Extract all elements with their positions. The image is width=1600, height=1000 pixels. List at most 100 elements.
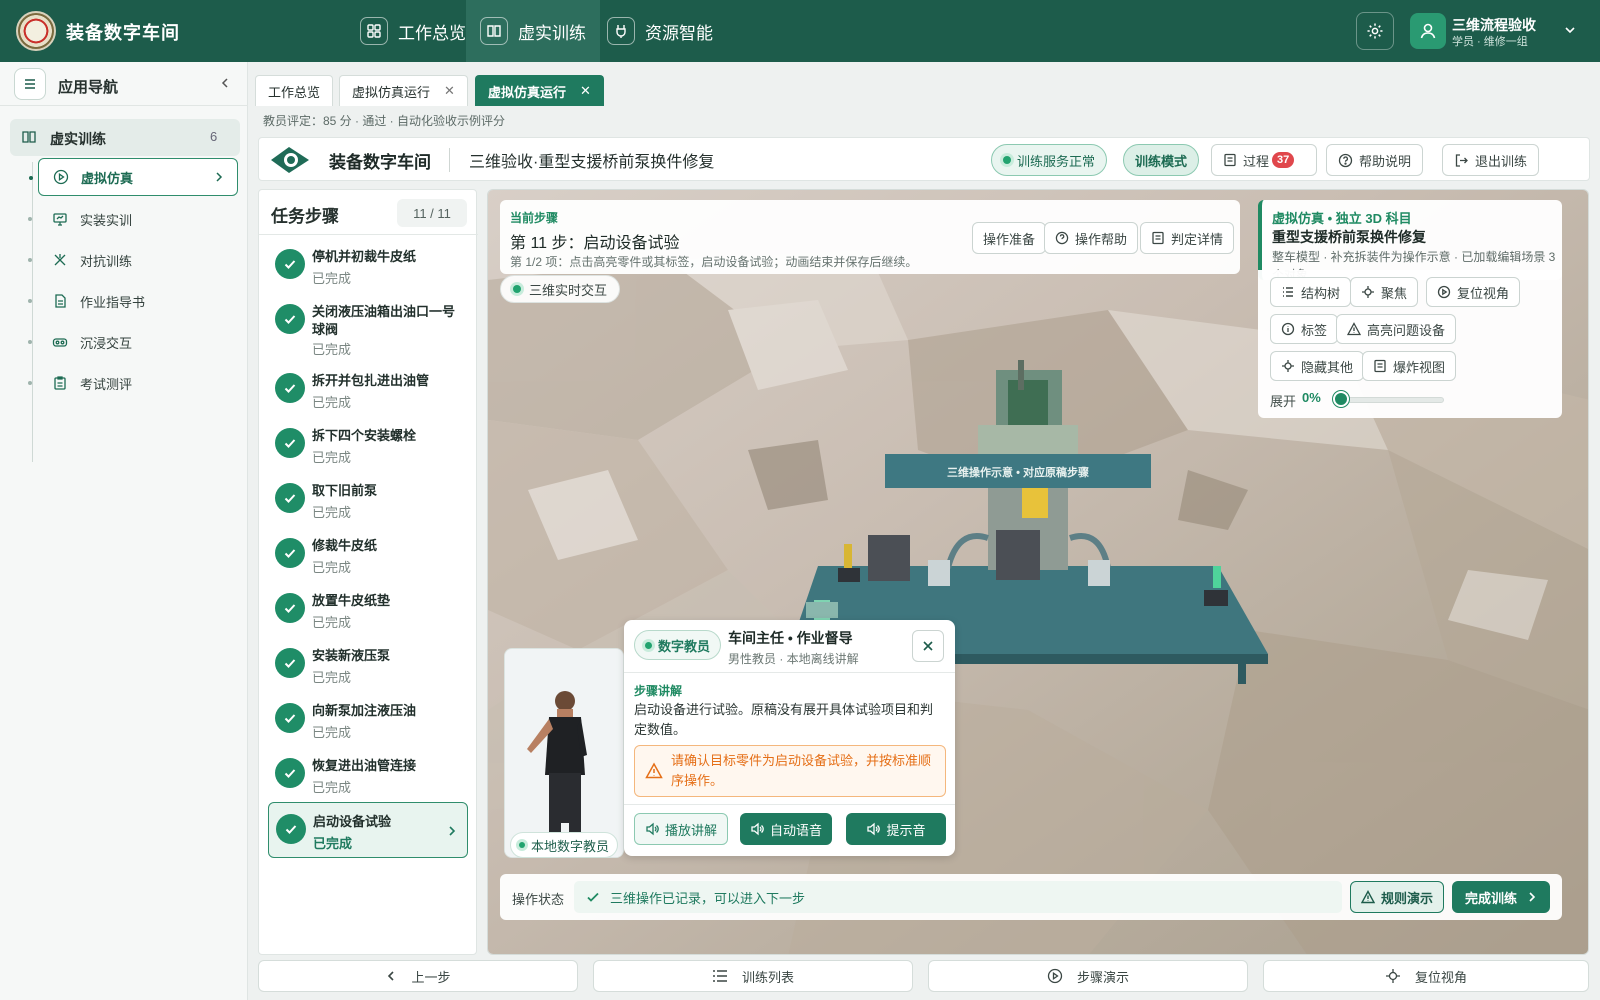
warning-icon: [1361, 890, 1375, 904]
divider: [624, 672, 955, 673]
close-button[interactable]: [912, 630, 944, 662]
button-label: 完成训练: [1464, 890, 1517, 906]
auto-voice-button[interactable]: 自动语音: [740, 813, 833, 845]
tab-sim-run-2[interactable]: 虚拟仿真运行 ✕: [475, 75, 604, 106]
step-item[interactable]: 修裁牛皮纸 已完成: [268, 527, 468, 583]
step-status: 已完成: [312, 342, 352, 357]
play-explanation-button[interactable]: 播放讲解: [634, 813, 729, 845]
sidebar-item-real-training[interactable]: 实装实训: [28, 200, 238, 238]
hint-sound-button[interactable]: 提示音: [846, 813, 946, 845]
step-explanation-text: 启动设备进行试验。原稿没有展开具体试验项目和判定数值。: [634, 702, 934, 737]
document-icon: [55, 294, 66, 308]
close-icon[interactable]: ✕: [444, 83, 455, 99]
reset-view-bottom-button[interactable]: 复位视角: [1263, 960, 1589, 992]
chevron-left-icon[interactable]: [218, 76, 232, 90]
sidebar-item-exam[interactable]: 考试测评: [28, 364, 238, 402]
logout-icon: [1455, 153, 1468, 167]
tree-dot: [29, 176, 33, 180]
chevron-left-icon: [388, 971, 395, 981]
warning-icon: [645, 762, 663, 779]
button-label: 复位视角: [1457, 285, 1510, 301]
step-item[interactable]: 拆开并包扎进出油管 已完成: [268, 362, 468, 418]
subject-info-card: 虚拟仿真 • 独立 3D 科目 重型支援桥前泵换件修复 整车模型 · 补充拆装件…: [1258, 200, 1562, 280]
sidebar-group-count: 6: [210, 129, 218, 144]
reset-view-button[interactable]: 复位视角: [1426, 277, 1521, 307]
hide-others-button[interactable]: 隐藏其他: [1270, 351, 1365, 381]
close-icon[interactable]: ✕: [580, 83, 591, 99]
settings-button[interactable]: [1356, 12, 1394, 50]
sidebar-item-label: 沉浸交互: [80, 335, 133, 351]
training-list-button[interactable]: 训练列表: [593, 960, 913, 992]
button-label: 自动语音: [770, 822, 823, 838]
step-item[interactable]: 恢复进出油管连接 已完成: [268, 747, 468, 803]
sidebar-group-training[interactable]: 虚实训练 6: [10, 119, 240, 156]
sidebar-item-label: 作业指导书: [80, 294, 146, 310]
sidebar-item-immersive[interactable]: 沉浸交互: [28, 323, 238, 361]
local-teacher-chip: 本地数字教员: [510, 832, 619, 858]
expand-slider-track[interactable]: [1340, 397, 1444, 403]
sidebar-header: 应用导航: [0, 62, 248, 106]
explode-view-button[interactable]: 爆炸视图: [1362, 351, 1457, 381]
training-header: 装备数字车间 三维验收·重型支援桥前泵换件修复 训练服务正常 训练模式 过程 3…: [258, 137, 1590, 181]
step-status: 已完成: [312, 505, 352, 520]
teacher-name: 车间主任 • 作业督导: [728, 630, 853, 646]
tab-sim-run-1[interactable]: 虚拟仿真运行 ✕: [339, 75, 468, 106]
tree-dot: [28, 217, 32, 221]
topnav-training[interactable]: 虚实训练: [466, 0, 600, 62]
avatar[interactable]: [1410, 13, 1446, 49]
step-item[interactable]: 安装新液压泵 已完成: [268, 637, 468, 693]
play-circle-icon: [1047, 968, 1063, 984]
tab-overview[interactable]: 工作总览: [255, 75, 334, 106]
training-mode-button[interactable]: 训练模式: [1123, 144, 1200, 176]
judge-details-button[interactable]: 判定详情: [1140, 222, 1235, 254]
highlight-issue-button[interactable]: 高亮问题设备: [1336, 314, 1457, 344]
topnav-overview[interactable]: 工作总览: [346, 0, 480, 62]
operation-help-button[interactable]: 操作帮助: [1044, 222, 1139, 254]
step-status: 已完成: [312, 450, 352, 465]
step-item[interactable]: 启动设备试验 已完成: [268, 802, 468, 858]
topnav-resources[interactable]: 资源智能: [593, 0, 727, 62]
exit-training-button[interactable]: 退出训练: [1442, 144, 1540, 176]
button-label: 判定详情: [1171, 231, 1224, 247]
user-role: 学员 · 维修一组: [1452, 36, 1528, 48]
list-icon: [712, 970, 727, 982]
check-circle-icon: [275, 428, 305, 458]
step-item[interactable]: 放置牛皮纸垫 已完成: [268, 582, 468, 638]
rules-demo-button[interactable]: 规则演示: [1350, 881, 1445, 913]
mode-label: 训练模式: [1135, 153, 1188, 169]
user-name: 三维流程验收: [1452, 17, 1536, 33]
3d-viewport[interactable]: 三维操作示意 • 对应原稿步骤 当前步骤 第 11 步：启动设备试验 第 1/2…: [487, 189, 1589, 955]
step-item[interactable]: 拆下四个安装螺栓 已完成: [268, 417, 468, 473]
prepare-button[interactable]: 操作准备: [972, 222, 1047, 254]
sidebar-item-virtual-sim[interactable]: 虚拟仿真: [29, 158, 238, 196]
chevron-right-icon: [216, 172, 223, 182]
step-status: 已完成: [312, 725, 352, 740]
step-item[interactable]: 向新泵加注液压油 已完成: [268, 692, 468, 748]
step-item[interactable]: 停机并初裁牛皮纸 已完成: [268, 238, 468, 294]
step-name: 拆开并包扎进出油管: [312, 373, 430, 388]
button-label: 标签: [1301, 322, 1328, 338]
step-item[interactable]: 关闭液压油箱出油口一号球阀 已完成: [268, 293, 468, 357]
prev-step-button[interactable]: 上一步: [258, 960, 578, 992]
expand-label: 展开: [1270, 394, 1297, 409]
help-button[interactable]: 帮助说明: [1326, 144, 1424, 176]
question-circle-icon: [1055, 231, 1069, 245]
top-bar: 装备数字车间 工作总览 虚实训练 资源智能 三维流程验收 学员 · 维修一组: [0, 0, 1600, 62]
expand-slider-knob[interactable]: [1333, 391, 1349, 407]
sidebar-item-guide[interactable]: 作业指导书: [28, 282, 238, 320]
sidebar-item-combat[interactable]: 对抗训练: [28, 241, 238, 279]
structure-tree-button[interactable]: 结构树: [1270, 277, 1352, 307]
menu-button[interactable]: [14, 68, 46, 100]
button-label: 结构树: [1301, 285, 1341, 301]
step-demo-button[interactable]: 步骤演示: [928, 960, 1248, 992]
finish-training-button[interactable]: 完成训练: [1452, 881, 1550, 913]
sidebar-group-label: 虚实训练: [50, 131, 106, 147]
labels-button[interactable]: 标签: [1270, 314, 1339, 344]
step-item[interactable]: 取下旧前泵 已完成: [268, 472, 468, 528]
button-label: 上一步: [411, 969, 451, 985]
process-log-button[interactable]: 过程 37: [1211, 144, 1317, 176]
chevron-down-icon[interactable]: [1564, 24, 1576, 36]
focus-button[interactable]: 聚焦: [1350, 277, 1419, 307]
check-circle-icon: [275, 249, 305, 279]
app-title: 装备数字车间: [66, 23, 180, 43]
